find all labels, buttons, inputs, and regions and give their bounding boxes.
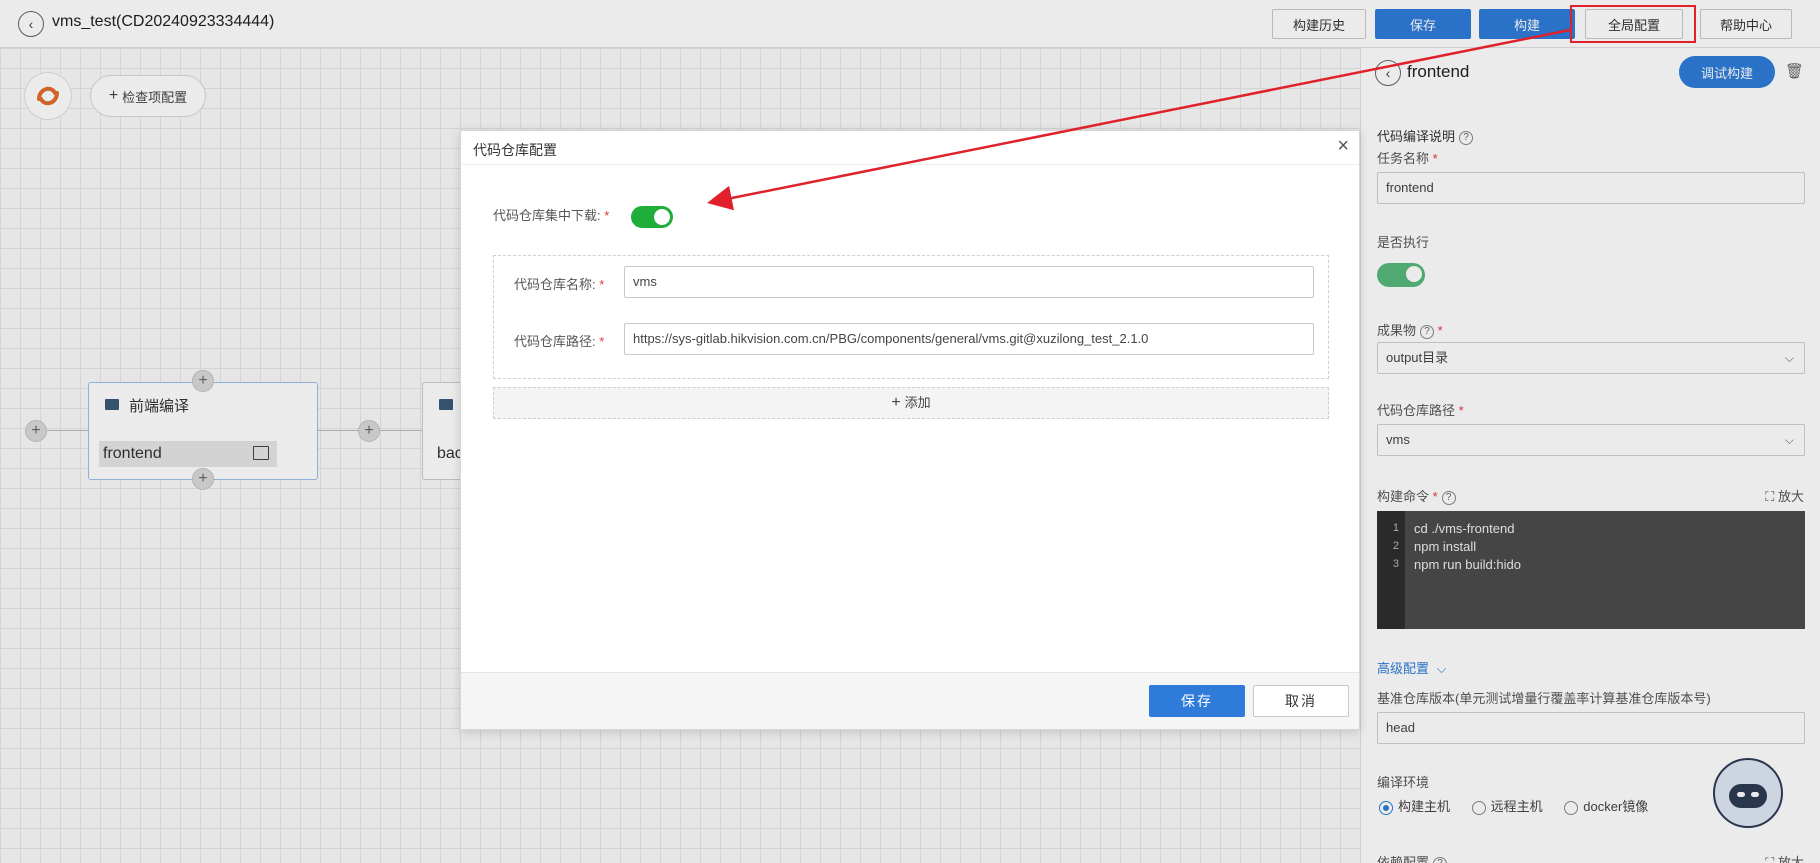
plus-icon: + bbox=[891, 394, 901, 411]
close-icon[interactable]: × bbox=[1337, 135, 1349, 158]
repo-entry: 代码仓库名称: * vms 代码仓库路径: * https://sys-gitl… bbox=[493, 255, 1329, 379]
dialog-cancel-button[interactable]: 取消 bbox=[1253, 685, 1349, 717]
dialog-header: 代码仓库配置 × bbox=[461, 131, 1359, 165]
dialog-save-button[interactable]: 保存 bbox=[1149, 685, 1245, 717]
repo-path-label: 代码仓库路径: * bbox=[514, 334, 605, 349]
repo-path-input[interactable]: https://sys-gitlab.hikvision.com.cn/PBG/… bbox=[624, 323, 1314, 355]
annotation-highlight-box bbox=[1570, 5, 1696, 43]
repo-name-label-text: 代码仓库名称: bbox=[514, 277, 596, 292]
dialog-footer: 保存 取消 bbox=[461, 672, 1359, 729]
centralized-download-toggle[interactable] bbox=[631, 206, 673, 228]
repo-name-input[interactable]: vms bbox=[624, 266, 1314, 298]
centralized-download-label-text: 代码仓库集中下载: bbox=[493, 208, 601, 223]
add-repo-label: 添加 bbox=[904, 395, 931, 410]
repo-config-dialog: 代码仓库配置 × 代码仓库集中下载: * 代码仓库名称: * vms 代码仓库路… bbox=[460, 130, 1360, 730]
repo-name-label: 代码仓库名称: * bbox=[514, 277, 605, 292]
repo-path-label-text: 代码仓库路径: bbox=[514, 334, 596, 349]
dialog-title: 代码仓库配置 bbox=[473, 142, 557, 158]
centralized-download-label: 代码仓库集中下载: * bbox=[493, 208, 610, 223]
add-repo-button[interactable]: + 添加 bbox=[493, 387, 1329, 419]
